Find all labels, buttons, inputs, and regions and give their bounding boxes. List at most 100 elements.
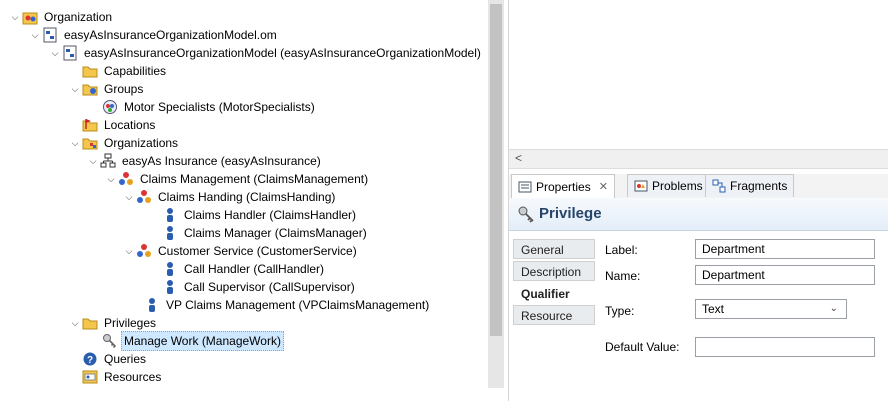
section-tab-resource[interactable]: Resource [513, 305, 595, 325]
tree-item-organizations[interactable]: ⌵ Organizations [68, 134, 180, 152]
panel-header: Privilege [509, 198, 888, 231]
default-value-field-label: Default Value: [605, 340, 680, 354]
chevron-down-icon[interactable]: ⌵ [8, 8, 22, 26]
tab-label: Fragments [730, 179, 788, 193]
tree-item-label: Locations [104, 118, 156, 132]
model-icon [62, 45, 78, 61]
label-input[interactable]: Department [695, 239, 875, 259]
model-file-icon [42, 27, 58, 43]
tree-item-label: Claims Manager (ClaimsManager) [184, 226, 367, 240]
close-icon[interactable]: ✕ [599, 176, 608, 198]
position-icon [144, 297, 160, 313]
position-icon [162, 261, 178, 277]
chevron-down-icon[interactable]: ⌵ [68, 134, 82, 152]
problems-icon [634, 179, 648, 193]
tree-item-queries[interactable]: ? Queries [68, 350, 148, 368]
label-field-label: Label: [605, 243, 638, 257]
fragments-icon [712, 179, 726, 193]
type-select[interactable]: Text ⌄ [695, 299, 847, 319]
tree-item-label: Call Supervisor (CallSupervisor) [184, 280, 355, 294]
tree-item-easyas-insurance[interactable]: ⌵ easyAs Insurance (easyAsInsurance) [86, 152, 323, 170]
chevron-down-icon[interactable]: ⌵ [48, 44, 62, 62]
chevron-down-icon[interactable]: ⌵ [104, 170, 118, 188]
tab-fragments[interactable]: Fragments [705, 174, 795, 197]
tree-item-call-supervisor[interactable]: Call Supervisor (CallSupervisor) [148, 278, 357, 296]
folder-icon [82, 117, 98, 133]
tree-item-label: Call Handler (CallHandler) [184, 262, 325, 276]
organization-icon [100, 153, 116, 169]
tree-item-groups[interactable]: ⌵ Groups [68, 80, 145, 98]
tree-item-label: easyAsInsuranceOrganizationModel (easyAs… [84, 46, 481, 60]
tree-item-vp-claims-management[interactable]: VP Claims Management (VPClaimsManagement… [130, 296, 431, 314]
folder-icon [82, 63, 98, 79]
tree-item-label: Organization [44, 10, 113, 24]
view-tab-bar: Properties ✕ Problems Fragments [509, 174, 888, 199]
folder-icon [82, 135, 98, 151]
section-tab-description[interactable]: Description [513, 261, 595, 281]
tree-item-customer-service[interactable]: ⌵ Customer Service (CustomerService) [122, 242, 359, 260]
tree-item-label: easyAsInsuranceOrganizationModel.om [64, 28, 277, 42]
tab-label: Problems [652, 179, 703, 193]
section-tabs: General Description Qualifier Resource [509, 231, 595, 391]
tree-item-motor-specialists[interactable]: Motor Specialists (MotorSpecialists) [88, 98, 317, 116]
tree-item-label: Claims Management (ClaimsManagement) [140, 172, 369, 186]
tree-item-claims-handing[interactable]: ⌵ Claims Handing (ClaimsHanding) [122, 188, 337, 206]
tree-item-model-file[interactable]: ⌵ easyAsInsuranceOrganizationModel.om [28, 26, 279, 44]
tree-item-label: Organizations [104, 136, 179, 150]
tree-item-call-handler[interactable]: Call Handler (CallHandler) [148, 260, 326, 278]
panel-title: Privilege [539, 205, 602, 222]
tree-item-claims-handler[interactable]: Claims Handler (ClaimsHandler) [148, 206, 358, 224]
chevron-down-icon[interactable]: ⌄ [830, 300, 838, 318]
tree-item-capabilities[interactable]: Capabilities [68, 62, 168, 80]
org-unit-icon [118, 171, 134, 187]
privilege-key-icon [517, 205, 535, 226]
scrollbar-thumb[interactable] [490, 4, 502, 336]
organization-root-icon [22, 9, 38, 25]
privilege-key-icon [102, 333, 118, 349]
tree-item-privileges[interactable]: ⌵ Privileges [68, 314, 158, 332]
tree-item-claims-management[interactable]: ⌵ Claims Management (ClaimsManagement) [104, 170, 370, 188]
tree-vertical-scrollbar[interactable] [488, 0, 504, 388]
tree-item-resources[interactable]: Resources [68, 368, 163, 386]
tree-item-label: VP Claims Management (VPClaimsManagement… [166, 298, 430, 312]
tree-item-organization[interactable]: ⌵ Organization [8, 8, 114, 26]
tree-item-label: Customer Service (CustomerService) [158, 244, 357, 258]
svg-text:?: ? [87, 355, 93, 366]
horizontal-scrollbar[interactable]: < [509, 149, 888, 169]
tree-item-label: Motor Specialists (MotorSpecialists) [124, 100, 315, 114]
position-icon [162, 225, 178, 241]
tree-item-label: easyAs Insurance (easyAsInsurance) [122, 154, 321, 168]
name-input[interactable]: Department [695, 265, 875, 285]
folder-icon [82, 81, 98, 97]
tree-item-locations[interactable]: Locations [68, 116, 157, 134]
chevron-down-icon[interactable]: ⌵ [86, 152, 100, 170]
tab-problems[interactable]: Problems [627, 174, 710, 197]
tree-item-label: Queries [104, 352, 147, 366]
tree-item-claims-manager[interactable]: Claims Manager (ClaimsManager) [148, 224, 369, 242]
chevron-down-icon[interactable]: ⌵ [122, 188, 136, 206]
type-field-label: Type: [605, 304, 635, 318]
type-select-value: Text [702, 302, 725, 316]
chevron-down-icon[interactable]: ⌵ [68, 80, 82, 98]
resources-icon [82, 369, 98, 385]
position-icon [162, 207, 178, 223]
folder-icon [82, 315, 98, 331]
org-unit-icon [136, 189, 152, 205]
scroll-left-arrow[interactable]: < [515, 151, 522, 165]
tree-item-model[interactable]: ⌵ easyAsInsuranceOrganizationModel (easy… [48, 44, 483, 62]
org-unit-icon [136, 243, 152, 259]
tab-label: Properties [536, 180, 591, 194]
tab-properties[interactable]: Properties ✕ [511, 174, 615, 199]
chevron-down-icon[interactable]: ⌵ [122, 242, 136, 260]
chevron-down-icon[interactable]: ⌵ [28, 26, 42, 44]
tree-item-label: Capabilities [104, 64, 167, 78]
tree-item-manage-work[interactable]: Manage Work (ManageWork) [88, 331, 284, 351]
properties-icon [518, 180, 532, 194]
section-tab-qualifier[interactable]: Qualifier [513, 283, 595, 303]
default-value-input[interactable] [695, 337, 875, 357]
chevron-down-icon[interactable]: ⌵ [68, 314, 82, 332]
organization-tree[interactable]: ⌵ Organization ⌵ easyAsInsuranceOrganiza… [0, 0, 488, 401]
tree-item-label: Privileges [104, 316, 157, 330]
queries-icon: ? [82, 351, 98, 367]
section-tab-general[interactable]: General [513, 239, 595, 259]
